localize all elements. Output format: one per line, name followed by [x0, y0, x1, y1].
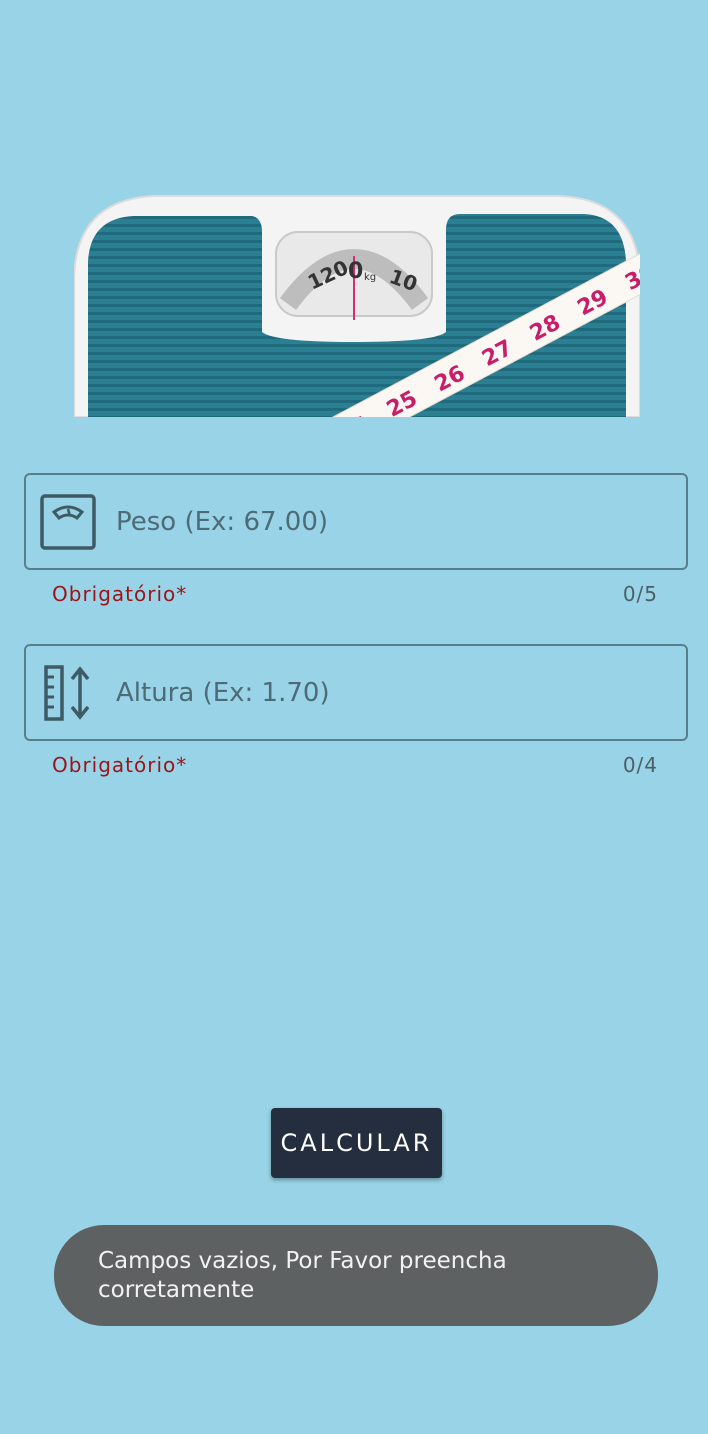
- toast-message: Campos vazios, Por Favor preencha corret…: [54, 1225, 658, 1326]
- peso-char-counter: 0/5: [622, 582, 658, 606]
- bathroom-scale-illustration: 120 0 kg 10 24 25 26 27 28 29 30: [74, 195, 640, 417]
- altura-input[interactable]: [116, 646, 676, 739]
- peso-input[interactable]: [116, 475, 676, 568]
- peso-field[interactable]: [24, 473, 688, 570]
- altura-char-counter: 0/4: [622, 753, 658, 777]
- altura-field[interactable]: [24, 644, 688, 741]
- height-ruler-icon: [40, 665, 96, 721]
- scale-hero-image: 120 0 kg 10 24 25 26 27 28 29 30: [74, 192, 640, 417]
- scale-icon: [40, 494, 96, 550]
- dial-label-0: 0: [348, 259, 363, 284]
- calculate-button[interactable]: CALCULAR: [271, 1108, 442, 1178]
- altura-helper-text: Obrigatório*: [52, 753, 188, 777]
- toast-text: Campos vazios, Por Favor preencha corret…: [98, 1248, 507, 1303]
- peso-helper-text: Obrigatório*: [52, 582, 188, 606]
- dial-label-kg: kg: [364, 272, 376, 283]
